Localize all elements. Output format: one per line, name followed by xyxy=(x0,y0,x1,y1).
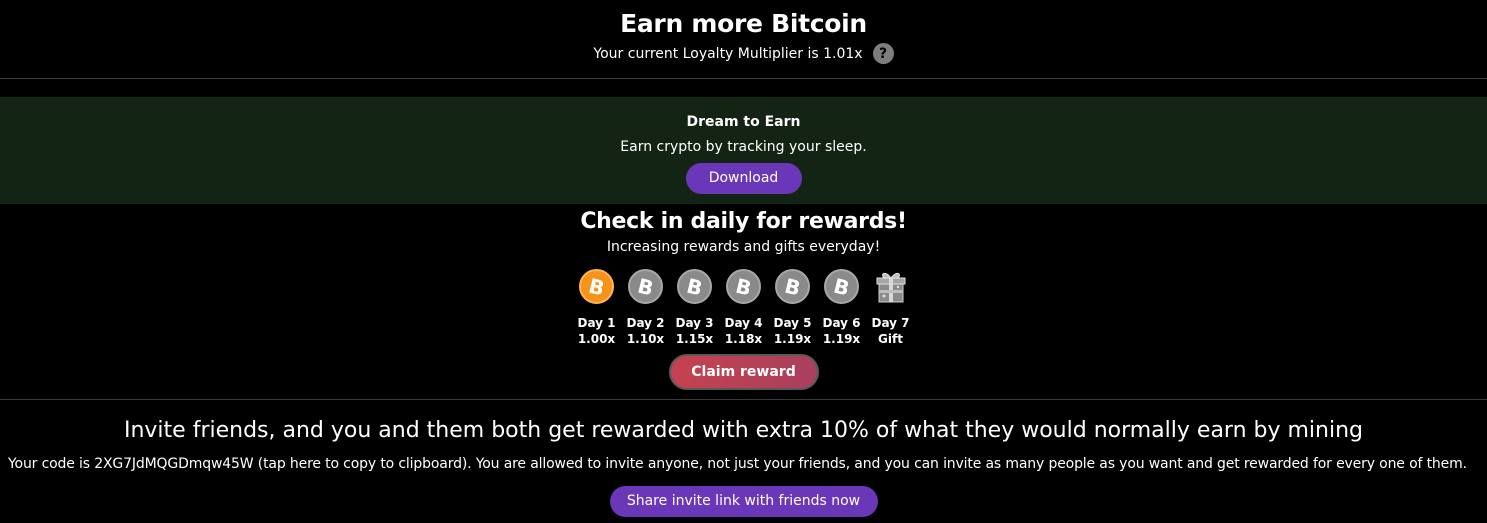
page-title: Earn more Bitcoin xyxy=(620,9,867,38)
day-item-5: B Day 5 1.19x xyxy=(773,269,812,347)
bitcoin-icon: B xyxy=(579,269,614,304)
bitcoin-icon: B xyxy=(726,269,761,304)
loyalty-multiplier-text: Your current Loyalty Multiplier is 1.01x xyxy=(593,45,863,62)
gift-icon xyxy=(873,269,908,304)
day-reward-value: 1.19x xyxy=(773,332,812,346)
help-icon[interactable]: ? xyxy=(872,43,894,64)
page-header: Earn more Bitcoin Your current Loyalty M… xyxy=(0,0,1487,79)
day-item-1: B Day 1 1.00x xyxy=(577,269,616,347)
day-label: Day 7 xyxy=(871,316,910,330)
daily-checkin-subtitle: Increasing rewards and gifts everyday! xyxy=(606,239,881,255)
download-button[interactable]: Download xyxy=(685,163,802,194)
day-reward-value: 1.00x xyxy=(577,332,616,346)
day-label: Day 3 xyxy=(675,316,714,330)
day-item-4: B Day 4 1.18x xyxy=(724,269,763,347)
day-label: Day 4 xyxy=(724,316,763,330)
day-label: Day 1 xyxy=(577,316,616,330)
day-label: Day 6 xyxy=(822,316,861,330)
day-reward-value: Gift xyxy=(878,332,903,346)
invite-title: Invite friends, and you and them both ge… xyxy=(123,418,1363,443)
day-item-7: Day 7 Gift xyxy=(871,269,910,347)
bitcoin-icon: B xyxy=(824,269,859,304)
share-invite-button[interactable]: Share invite link with friends now xyxy=(609,486,878,517)
invite-section: Invite friends, and you and them both ge… xyxy=(0,401,1487,517)
promo-subtitle: Earn crypto by tracking your sleep. xyxy=(620,139,867,155)
day-reward-value: 1.19x xyxy=(822,332,861,346)
daily-checkin-title: Check in daily for rewards! xyxy=(580,209,907,234)
day-reward-value: 1.10x xyxy=(626,332,665,346)
gift-box-graphic xyxy=(876,272,905,303)
invite-code-text[interactable]: Your code is 2XG7JdMQGDmqw45W (tap here … xyxy=(0,455,1487,473)
day-item-2: B Day 2 1.10x xyxy=(626,269,665,347)
day-label: Day 5 xyxy=(773,316,812,330)
day-streak-row: B Day 1 1.00x B Day 2 1.10x B Day 3 1.15… xyxy=(0,269,1487,347)
day-reward-value: 1.18x xyxy=(724,332,763,346)
loyalty-multiplier-row: Your current Loyalty Multiplier is 1.01x… xyxy=(0,43,1487,64)
dream-to-earn-banner: Dream to Earn Earn crypto by tracking yo… xyxy=(0,97,1487,204)
claim-reward-button[interactable]: Claim reward xyxy=(668,354,819,390)
bitcoin-icon: B xyxy=(775,269,810,304)
promo-title: Dream to Earn xyxy=(686,114,801,130)
daily-checkin-section: Check in daily for rewards! Increasing r… xyxy=(0,204,1487,400)
day-reward-value: 1.15x xyxy=(675,332,714,346)
day-item-3: B Day 3 1.15x xyxy=(675,269,714,347)
day-label: Day 2 xyxy=(626,316,665,330)
bitcoin-icon: B xyxy=(628,269,663,304)
day-item-6: B Day 6 1.19x xyxy=(822,269,861,347)
bitcoin-icon: B xyxy=(677,269,712,304)
